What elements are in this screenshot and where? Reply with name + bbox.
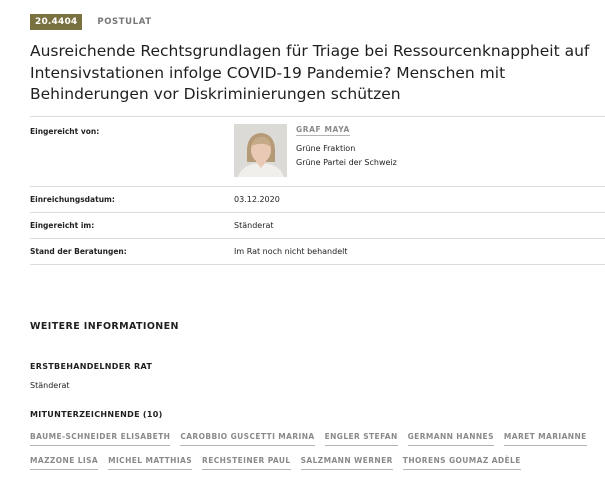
cosigner-link[interactable]: THORENS GOUMAZ ADÈLE xyxy=(402,455,521,470)
author-group: Grüne Fraktion xyxy=(296,144,356,153)
business-number-badge: 20.4404 xyxy=(30,14,83,30)
details-row-date: Einreichungsdatum: 03.12.2020 xyxy=(30,186,605,212)
cosigners-label: MITUNTERZEICHNENDE (10) xyxy=(30,410,163,419)
business-header: 20.4404 POSTULAT xyxy=(30,14,152,30)
business-title: Ausreichende Rechtsgrundlagen für Triage… xyxy=(30,42,590,103)
author-portrait-image xyxy=(234,124,287,177)
status-value: Im Rat noch nicht behandelt xyxy=(234,247,348,256)
details-row-status: Stand der Beratungen: Im Rat noch nicht … xyxy=(30,238,605,264)
business-detail-page: 20.4404 POSTULAT Ausreichende Rechtsgrun… xyxy=(30,0,605,503)
author-link[interactable]: GRAF MAYA xyxy=(296,125,350,136)
first-council-value: Ständerat xyxy=(30,381,70,390)
details-row-council: Eingereicht im: Ständerat xyxy=(30,212,605,238)
submission-date-label: Einreichungsdatum: xyxy=(30,195,115,204)
cosigner-link[interactable]: MICHEL MATTHIAS xyxy=(108,455,193,470)
cosigner-link[interactable]: MARET MARIANNE xyxy=(503,431,587,446)
submitted-by-label: Eingereicht von: xyxy=(30,127,100,136)
submitted-in-value: Ständerat xyxy=(234,221,274,230)
author-photo xyxy=(234,124,287,177)
cosigner-link[interactable]: RECHSTEINER PAUL xyxy=(202,455,291,470)
details-row-author: Eingereicht von: GRAF MAYA Grüne Fraktio… xyxy=(30,116,605,186)
cosigner-link[interactable]: BAUME-SCHNEIDER ELISABETH xyxy=(30,431,171,446)
status-label: Stand der Beratungen: xyxy=(30,247,127,256)
cosigner-link[interactable]: ENGLER STEFAN xyxy=(324,431,398,446)
cosigners-list: BAUME-SCHNEIDER ELISABETH CAROBBIO GUSCE… xyxy=(30,431,590,470)
details-bottom-divider xyxy=(30,264,605,265)
cosigner-link[interactable]: SALZMANN WERNER xyxy=(300,455,393,470)
first-council-label: ERSTBEHANDELNDER RAT xyxy=(30,362,153,371)
cosigner-link[interactable]: CAROBBIO GUSCETTI MARINA xyxy=(180,431,315,446)
submitted-in-label: Eingereicht im: xyxy=(30,221,95,230)
cosigner-link[interactable]: GERMANN HANNES xyxy=(407,431,494,446)
more-info-title: WEITERE INFORMATIONEN xyxy=(30,321,179,332)
details-table: Eingereicht von: GRAF MAYA Grüne Fraktio… xyxy=(30,116,605,265)
author-party: Grüne Partei der Schweiz xyxy=(296,158,397,167)
cosigner-link[interactable]: MAZZONE LISA xyxy=(30,455,99,470)
submission-date-value: 03.12.2020 xyxy=(234,195,280,204)
business-type-label: POSTULAT xyxy=(97,17,152,27)
